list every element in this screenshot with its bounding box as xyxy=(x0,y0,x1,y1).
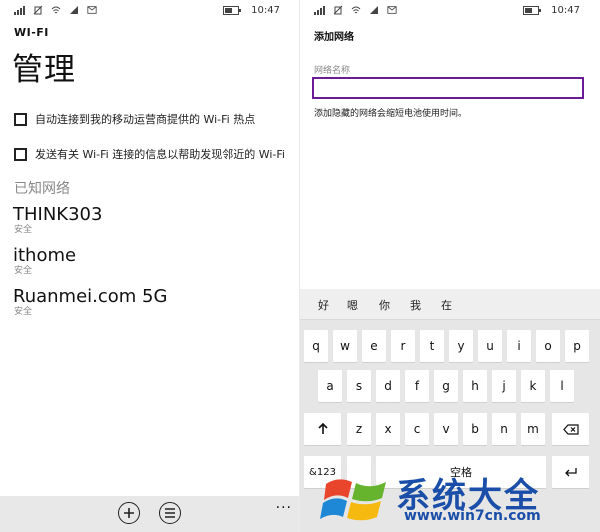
key-z[interactable]: z xyxy=(347,413,371,445)
suggestion-item[interactable]: 我 xyxy=(410,297,421,313)
key-b[interactable]: b xyxy=(463,413,487,445)
key-r[interactable]: r xyxy=(391,330,415,362)
key-f[interactable]: f xyxy=(405,370,429,402)
windows-logo-watermark xyxy=(320,479,386,521)
key-i[interactable]: i xyxy=(507,330,531,362)
battery-hint: 添加隐藏的网络会缩短电池使用时间。 xyxy=(314,109,468,119)
backspace-key[interactable] xyxy=(552,413,589,445)
key-y[interactable]: y xyxy=(449,330,473,362)
suggestion-item[interactable]: 好 xyxy=(318,297,329,313)
key-t[interactable]: t xyxy=(420,330,444,362)
key-a[interactable]: a xyxy=(318,370,342,402)
key-c[interactable]: c xyxy=(405,413,429,445)
backspace-icon xyxy=(562,423,579,435)
key-w[interactable]: w xyxy=(333,330,357,362)
network-name: ithome xyxy=(13,245,77,266)
message-icon xyxy=(387,6,397,14)
known-networks-title: 已知网络 xyxy=(14,181,70,197)
suggestion-item[interactable]: 你 xyxy=(379,297,390,313)
network-security: 安全 xyxy=(14,225,33,235)
option-label: 发送有关 Wi-Fi 连接的信息以帮助发现邻近的 Wi-Fi xyxy=(35,148,285,161)
app-bar: ... xyxy=(0,496,300,532)
network-security: 安全 xyxy=(14,307,33,317)
battery-icon xyxy=(523,6,542,15)
page-title: 添加网络 xyxy=(314,32,354,43)
send-info-option[interactable]: 发送有关 Wi-Fi 连接的信息以帮助发现邻近的 Wi-Fi xyxy=(14,146,285,162)
checkbox[interactable] xyxy=(14,147,27,161)
status-time: 10:47 xyxy=(251,5,280,16)
watermark-url: www.win7cn.com xyxy=(404,508,541,524)
network-item[interactable]: ithome 安全 xyxy=(13,245,77,277)
battery-icon xyxy=(223,6,242,15)
wifi-icon xyxy=(51,6,61,14)
key-s[interactable]: s xyxy=(347,370,371,402)
add-network-screen: 10:47 添加网络 网络名称 添加隐藏的网络会缩短电池使用时间。 好 嗯 你 … xyxy=(300,0,600,532)
suggestion-item[interactable]: 嗯 xyxy=(347,297,358,313)
key-e[interactable]: e xyxy=(362,330,386,362)
plus-icon xyxy=(124,508,134,518)
key-o[interactable]: o xyxy=(536,330,560,362)
network-name: Ruanmei.com 5G xyxy=(13,286,168,307)
key-p[interactable]: p xyxy=(565,330,589,362)
no-sim-icon xyxy=(33,5,43,15)
key-k[interactable]: k xyxy=(521,370,545,402)
key-x[interactable]: x xyxy=(376,413,400,445)
list-icon xyxy=(165,508,175,518)
signal-icon xyxy=(14,5,25,15)
enter-icon xyxy=(564,467,577,476)
key-l[interactable]: l xyxy=(550,370,574,402)
option-label: 自动连接到我的移动运营商提供的 Wi-Fi 热点 xyxy=(35,113,256,126)
status-bar: 10:47 xyxy=(300,0,600,22)
list-button[interactable] xyxy=(159,502,181,524)
network-name-input[interactable] xyxy=(312,77,584,99)
more-button[interactable]: ... xyxy=(276,496,292,512)
suggestion-bar: 好 嗯 你 我 在 xyxy=(300,289,600,320)
key-n[interactable]: n xyxy=(492,413,516,445)
auto-connect-option[interactable]: 自动连接到我的移动运营商提供的 Wi-Fi 热点 xyxy=(14,111,255,127)
network-name: THINK303 xyxy=(13,204,103,225)
no-sim-icon xyxy=(333,5,343,15)
network-name-label: 网络名称 xyxy=(314,66,351,76)
key-v[interactable]: v xyxy=(434,413,458,445)
key-j[interactable]: j xyxy=(492,370,516,402)
signal-bars-icon xyxy=(370,6,378,14)
network-item[interactable]: Ruanmei.com 5G 安全 xyxy=(13,286,168,318)
shift-key[interactable] xyxy=(304,413,341,445)
network-item[interactable]: THINK303 安全 xyxy=(13,204,103,236)
key-g[interactable]: g xyxy=(434,370,458,402)
status-bar: 10:47 xyxy=(0,0,300,22)
message-icon xyxy=(87,6,97,14)
wifi-manage-screen: 10:47 WI-FI 管理 自动连接到我的移动运营商提供的 Wi-Fi 热点 … xyxy=(0,0,300,532)
page-title: 管理 xyxy=(12,52,76,88)
suggestion-item[interactable]: 在 xyxy=(441,297,452,313)
key-q[interactable]: q xyxy=(304,330,328,362)
key-m[interactable]: m xyxy=(521,413,545,445)
network-security: 安全 xyxy=(14,266,33,276)
checkbox[interactable] xyxy=(14,112,27,126)
key-d[interactable]: d xyxy=(376,370,400,402)
shift-up-arrow-icon xyxy=(317,423,328,434)
add-network-button[interactable] xyxy=(118,502,140,524)
signal-bars-icon xyxy=(70,6,78,14)
key-h[interactable]: h xyxy=(463,370,487,402)
key-u[interactable]: u xyxy=(478,330,502,362)
enter-key[interactable] xyxy=(552,456,589,488)
wifi-icon xyxy=(351,6,361,14)
app-title: WI-FI xyxy=(14,26,49,39)
signal-icon xyxy=(314,5,325,15)
status-time: 10:47 xyxy=(551,5,580,16)
